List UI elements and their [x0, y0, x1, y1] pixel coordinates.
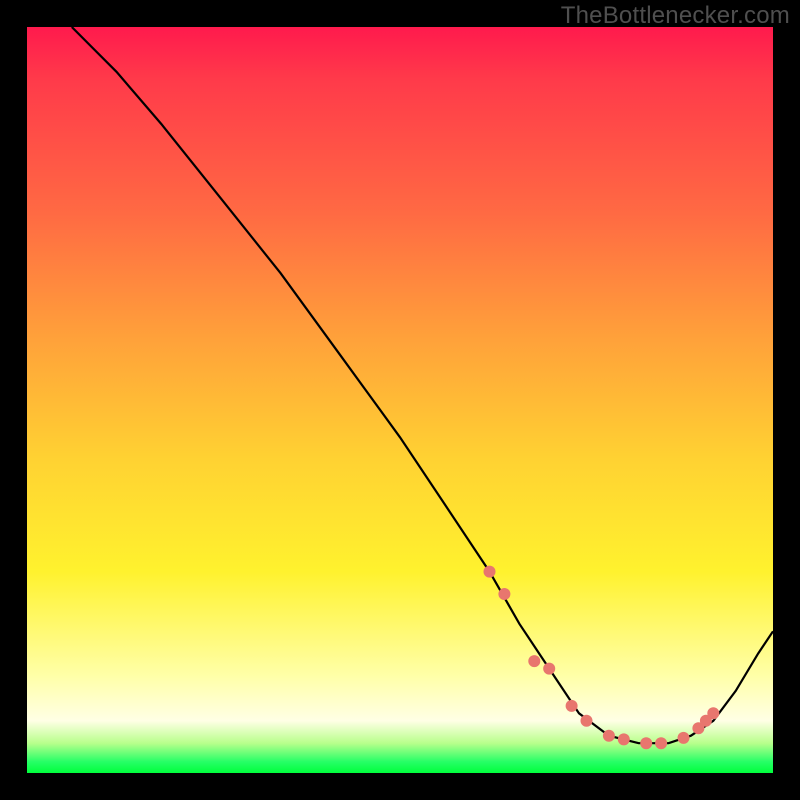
- highlight-dot: [528, 655, 540, 667]
- curve-layer: [27, 27, 773, 773]
- highlight-dot: [581, 715, 593, 727]
- highlight-dot: [655, 737, 667, 749]
- highlight-dot: [543, 663, 555, 675]
- highlight-dot: [678, 732, 690, 744]
- plot-area: [27, 27, 773, 773]
- highlight-dot: [707, 707, 719, 719]
- highlight-dot: [498, 588, 510, 600]
- highlight-dot: [603, 730, 615, 742]
- attribution-text: TheBottlenecker.com: [561, 2, 790, 30]
- bottleneck-curve-path: [72, 27, 773, 743]
- chart-frame: TheBottlenecker.com: [0, 0, 800, 800]
- highlight-dot: [566, 700, 578, 712]
- highlight-dot: [618, 733, 630, 745]
- highlight-dots: [484, 566, 720, 750]
- highlight-dot: [484, 566, 496, 578]
- highlight-dot: [640, 737, 652, 749]
